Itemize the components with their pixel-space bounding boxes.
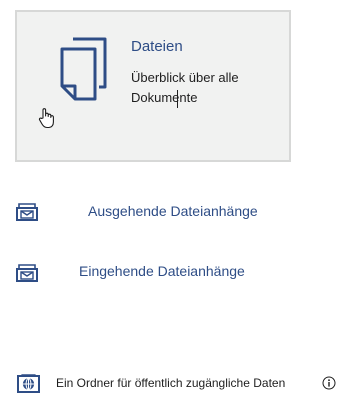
documents-icon bbox=[60, 37, 107, 101]
incoming-attachments-link[interactable]: Eingehende Dateianhänge bbox=[79, 263, 245, 279]
info-icon[interactable] bbox=[322, 376, 336, 390]
outgoing-attachments-link[interactable]: Ausgehende Dateianhänge bbox=[88, 203, 258, 219]
mail-icon bbox=[16, 264, 38, 282]
text-caret bbox=[177, 90, 178, 108]
globe-folder-icon bbox=[17, 374, 40, 393]
outgoing-attachments-row[interactable]: Ausgehende Dateianhänge bbox=[0, 200, 341, 224]
card-title: Dateien bbox=[131, 38, 183, 55]
mail-icon bbox=[16, 203, 38, 221]
card-description: Überblick über alle Dokumente bbox=[131, 70, 239, 105]
public-folder-label: Ein Ordner für öffentlich zugängliche Da… bbox=[56, 376, 286, 390]
hand-pointer-icon bbox=[38, 108, 54, 129]
public-folder-row[interactable]: Ein Ordner für öffentlich zugängliche Da… bbox=[0, 373, 341, 395]
files-page: Dateien Überblick über alle Dokumente Au… bbox=[0, 0, 341, 396]
files-card[interactable]: Dateien Überblick über alle Dokumente bbox=[15, 10, 291, 162]
incoming-attachments-row[interactable]: Eingehende Dateianhänge bbox=[0, 261, 341, 285]
